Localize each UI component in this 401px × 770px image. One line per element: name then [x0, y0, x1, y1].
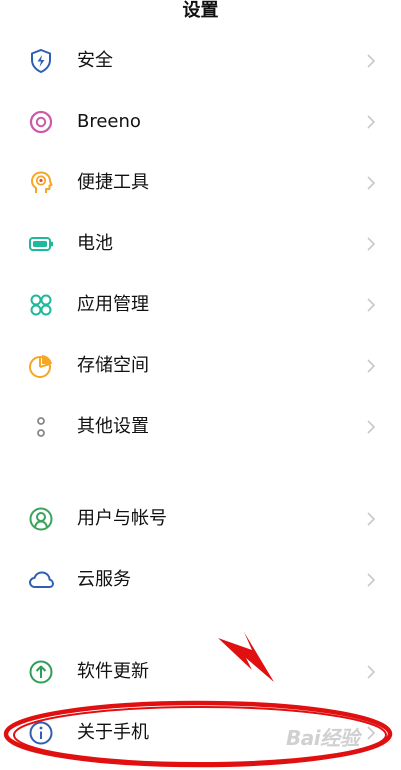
settings-item-software-update[interactable]: 软件更新 — [0, 643, 401, 701]
chevron-right-icon — [365, 665, 377, 679]
settings-item-label: 电池 — [77, 233, 113, 254]
annotation-arrow-icon — [218, 632, 274, 682]
chevron-right-icon — [365, 176, 377, 190]
settings-item-label: 应用管理 — [77, 294, 149, 315]
breeno-ring-icon — [28, 109, 54, 135]
settings-item-breeno[interactable]: Breeno — [0, 93, 401, 151]
settings-item-label: Breeno — [77, 111, 141, 132]
page-title: 设置 — [182, 0, 219, 21]
settings-item-label: 软件更新 — [77, 661, 149, 682]
settings-item-app-management[interactable]: 应用管理 — [0, 276, 401, 334]
shield-lightning-icon — [28, 48, 54, 74]
settings-item-convenience-tools[interactable]: 便捷工具 — [0, 154, 401, 212]
settings-item-user-accounts[interactable]: 用户与帐号 — [0, 490, 401, 548]
settings-item-label: 存储空间 — [77, 355, 149, 376]
chevron-right-icon — [365, 359, 377, 373]
chevron-right-icon — [365, 298, 377, 312]
head-gear-icon — [28, 170, 54, 196]
chevron-right-icon — [365, 512, 377, 526]
settings-item-storage[interactable]: 存储空间 — [0, 337, 401, 395]
apps-grid-icon — [28, 292, 54, 318]
settings-item-other-settings[interactable]: 其他设置 — [0, 398, 401, 456]
settings-item-cloud-service[interactable]: 云服务 — [0, 551, 401, 609]
watermark-logo: Bai经验 — [286, 722, 398, 754]
chevron-right-icon — [365, 115, 377, 129]
user-account-icon — [28, 506, 54, 532]
settings-item-label: 用户与帐号 — [77, 508, 167, 529]
battery-icon — [28, 231, 54, 257]
chevron-right-icon — [365, 237, 377, 251]
settings-screen: 设置 安全 Breeno 便捷工具 电池 应用管理 存储空间 其他设置 用户与帐… — [0, 0, 401, 770]
settings-item-label: 云服务 — [77, 569, 131, 590]
update-arrow-icon — [28, 659, 54, 685]
chevron-right-icon — [365, 420, 377, 434]
settings-item-label: 其他设置 — [77, 416, 149, 437]
settings-item-label: 便捷工具 — [77, 172, 149, 193]
settings-item-battery[interactable]: 电池 — [0, 215, 401, 273]
settings-item-label: 安全 — [77, 50, 113, 71]
chevron-right-icon — [365, 54, 377, 68]
cloud-icon — [28, 567, 54, 593]
settings-item-security[interactable]: 安全 — [0, 32, 401, 90]
chevron-right-icon — [365, 573, 377, 587]
more-dots-icon — [28, 414, 54, 440]
pie-chart-icon — [28, 353, 54, 379]
watermark-text: Bai经验 — [286, 726, 360, 750]
